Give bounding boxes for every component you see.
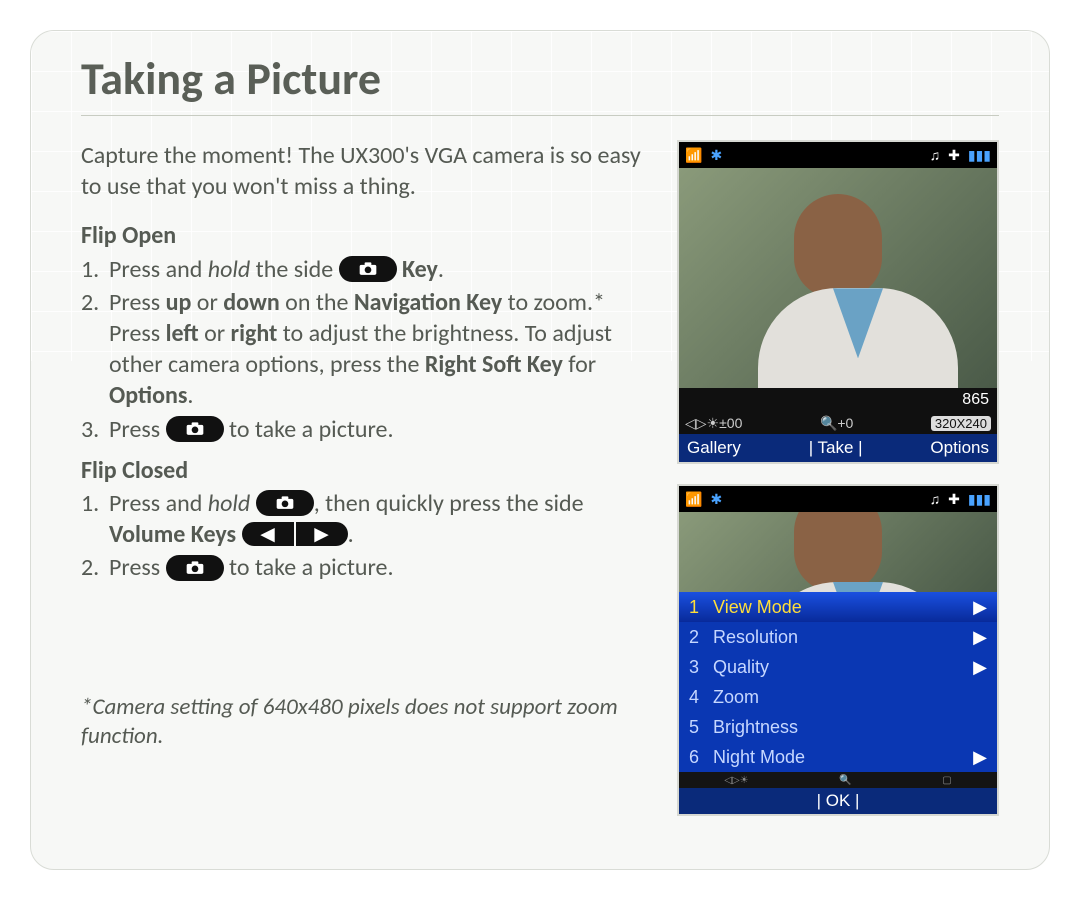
flip-open-step-3: 3. Press to take a picture.	[81, 414, 649, 445]
menu-item-number: 5	[689, 717, 699, 738]
music-icon: ♫	[930, 491, 941, 507]
menu-item-resolution[interactable]: 2 Resolution ▶	[679, 622, 997, 652]
camera-key-icon	[166, 416, 224, 442]
camera-settings-strip: ◁▷☀🔍▢	[679, 772, 997, 788]
volume-keys-icon: ◄►	[242, 522, 348, 546]
softkey-center[interactable]: | Take |	[809, 438, 863, 458]
flip-open-heading: Flip Open	[81, 220, 649, 251]
menu-item-zoom[interactable]: 4 Zoom	[679, 682, 997, 712]
charge-icon: ✚	[948, 147, 960, 164]
camera-preview	[679, 168, 997, 388]
photo-counter-bar: 865	[679, 388, 997, 412]
camera-settings-bar: ◁▷☀±00 🔍+0 320X240	[679, 412, 997, 434]
step-text: Press and hold , then quickly press the …	[109, 488, 649, 550]
volume-right-icon: ►	[296, 522, 348, 546]
status-bar: 📶 ✱ ♫ ✚ ▮▮▮	[679, 142, 997, 168]
ok-softkey-bar: | OK |	[679, 788, 997, 814]
signal-icon: 📶	[685, 491, 702, 508]
menu-item-number: 6	[689, 747, 699, 768]
camera-key-icon	[339, 256, 397, 282]
camera-key-icon	[166, 555, 224, 581]
flip-open-step-1: 1. Press and hold the side Key.	[81, 254, 649, 285]
menu-item-brightness[interactable]: 5 Brightness	[679, 712, 997, 742]
chevron-right-icon: ▶	[973, 747, 987, 768]
phone-screenshot-options: 📶 ✱ ♫ ✚ ▮▮▮ 1 View Mode ▶ 2 Resolution ▶	[677, 484, 999, 816]
step-number: 2.	[81, 552, 103, 583]
screenshots-column: 📶 ✱ ♫ ✚ ▮▮▮ 865	[677, 140, 999, 816]
flip-closed-steps: 1. Press and hold , then quickly press t…	[81, 488, 649, 584]
manual-page: Taking a Picture Capture the moment! The…	[30, 30, 1050, 870]
softkey-left[interactable]: Gallery	[687, 438, 741, 458]
photo-counter: 865	[962, 391, 989, 409]
flip-open-step-2: 2. Press up or down on the Navigation Ke…	[81, 287, 649, 412]
menu-item-label: Night Mode	[713, 747, 805, 768]
menu-item-number: 2	[689, 627, 699, 648]
step-text: Press up or down on the Navigation Key t…	[109, 287, 649, 412]
menu-item-label: Quality	[713, 657, 769, 678]
menu-item-night-mode[interactable]: 6 Night Mode ▶	[679, 742, 997, 772]
menu-item-label: Zoom	[713, 687, 759, 708]
footnote: *Camera setting of 640x480 pixels does n…	[81, 693, 649, 751]
flip-open-steps: 1. Press and hold the side Key. 2. Press…	[81, 254, 649, 445]
chevron-right-icon: ▶	[973, 657, 987, 678]
signal-icon: 📶	[685, 147, 702, 164]
step-text: Press to take a picture.	[109, 414, 394, 445]
options-menu: 1 View Mode ▶ 2 Resolution ▶ 3 Quality ▶ 4 Zoom 5 Br…	[679, 592, 997, 772]
step-number: 2.	[81, 287, 103, 412]
flip-closed-heading: Flip Closed	[81, 455, 649, 486]
battery-icon: ▮▮▮	[968, 491, 991, 508]
status-bar: 📶 ✱ ♫ ✚ ▮▮▮	[679, 486, 997, 512]
menu-item-quality[interactable]: 3 Quality ▶	[679, 652, 997, 682]
content-row: Capture the moment! The UX300's VGA came…	[81, 140, 999, 816]
intro-text: Capture the moment! The UX300's VGA came…	[81, 140, 649, 202]
page-title: Taking a Picture	[81, 51, 999, 107]
softkey-ok[interactable]: | OK |	[817, 791, 860, 811]
menu-item-label: Resolution	[713, 627, 798, 648]
volume-left-icon: ◄	[242, 522, 294, 546]
menu-item-view-mode[interactable]: 1 View Mode ▶	[679, 592, 997, 622]
title-divider	[81, 115, 999, 116]
menu-item-number: 4	[689, 687, 699, 708]
menu-item-number: 3	[689, 657, 699, 678]
flip-closed-step-1: 1. Press and hold , then quickly press t…	[81, 488, 649, 550]
step-number: 1.	[81, 254, 103, 285]
softkey-bar: Gallery | Take | Options	[679, 434, 997, 462]
chevron-right-icon: ▶	[973, 597, 987, 618]
step-number: 3.	[81, 414, 103, 445]
phone-screenshot-camera: 📶 ✱ ♫ ✚ ▮▮▮ 865	[677, 140, 999, 464]
menu-item-number: 1	[689, 597, 699, 618]
battery-icon: ▮▮▮	[968, 147, 991, 164]
step-text: Press to take a picture.	[109, 552, 394, 583]
brightness-indicator: ◁▷☀±00	[685, 415, 742, 432]
charge-icon: ✚	[948, 491, 960, 508]
bluetooth-icon: ✱	[710, 147, 722, 164]
menu-item-label: Brightness	[713, 717, 798, 738]
camera-preview-small	[679, 512, 997, 592]
instructions-column: Capture the moment! The UX300's VGA came…	[81, 140, 649, 816]
menu-item-label: View Mode	[713, 597, 802, 618]
softkey-right[interactable]: Options	[930, 438, 989, 458]
chevron-right-icon: ▶	[973, 627, 987, 648]
bluetooth-icon: ✱	[710, 491, 722, 508]
resolution-indicator: 320X240	[931, 416, 991, 431]
step-text: Press and hold the side Key.	[109, 254, 444, 285]
step-number: 1.	[81, 488, 103, 550]
zoom-indicator: 🔍+0	[820, 415, 853, 432]
flip-closed-step-2: 2. Press to take a picture.	[81, 552, 649, 583]
music-icon: ♫	[930, 147, 941, 163]
camera-key-icon	[256, 490, 314, 516]
